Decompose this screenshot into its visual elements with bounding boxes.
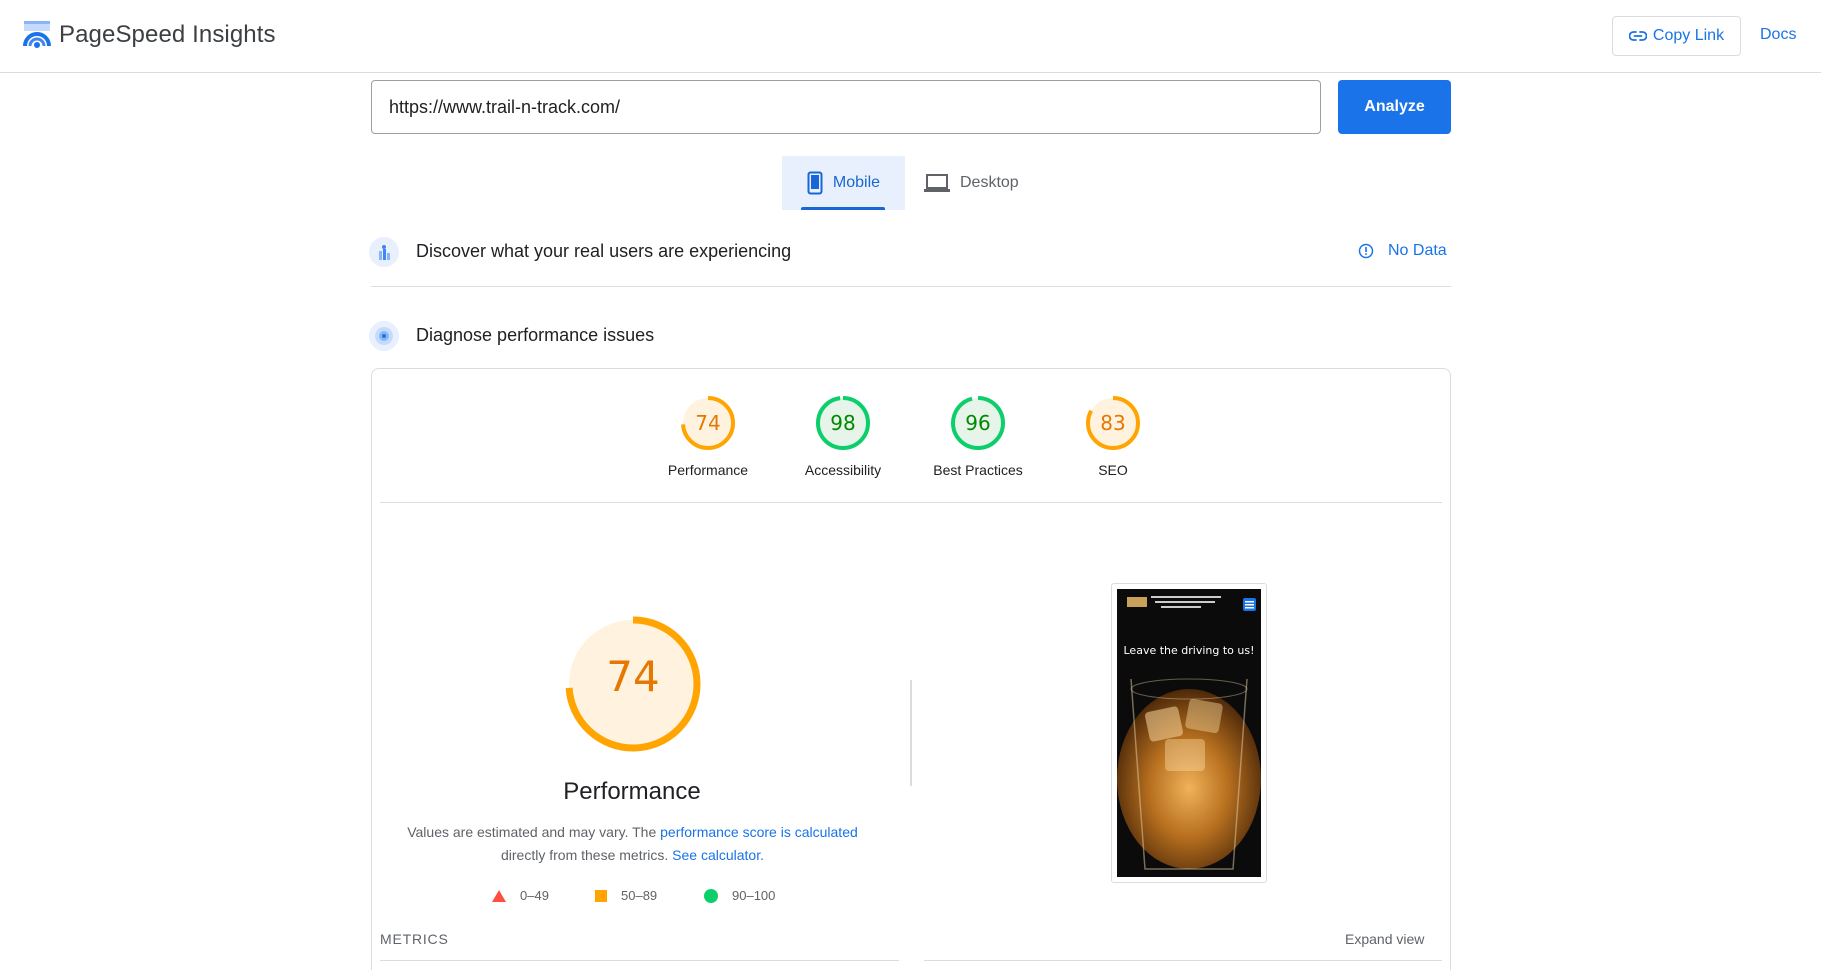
score-value: 98 xyxy=(830,411,856,435)
score-value: 96 xyxy=(965,411,991,435)
legend-pass: 90–100 xyxy=(704,888,775,903)
legend-pass-label: 90–100 xyxy=(732,888,776,903)
legend-average-label: 50–89 xyxy=(621,888,658,903)
gauge-seo[interactable]: 83 SEO xyxy=(1048,394,1178,478)
tab-active-indicator xyxy=(801,207,885,210)
performance-description: Values are estimated and may vary. The p… xyxy=(400,821,865,867)
report-card xyxy=(371,368,1451,970)
laptop-icon xyxy=(924,174,950,192)
screenshot-headline: Leave the driving to us! xyxy=(1123,644,1255,657)
gauge-best-practices[interactable]: 96 Best Practices xyxy=(913,394,1043,478)
expand-view-toggle[interactable]: Expand view xyxy=(1345,931,1424,947)
score-value: 83 xyxy=(1100,411,1126,435)
desc-middle: directly from these metrics. xyxy=(501,847,673,863)
link-icon xyxy=(1628,31,1647,41)
gauge-performance[interactable]: 74 Performance xyxy=(643,394,773,478)
app-title: PageSpeed Insights xyxy=(59,21,276,48)
legend-average: 50–89 xyxy=(595,888,657,903)
url-input[interactable] xyxy=(371,80,1321,134)
performance-title: Performance xyxy=(563,778,701,805)
tab-mobile[interactable]: Mobile xyxy=(782,156,905,210)
circle-icon xyxy=(704,888,718,903)
tab-desktop-label: Desktop xyxy=(960,174,1019,191)
diagnose-icon xyxy=(369,321,399,351)
section-divider xyxy=(371,286,1451,287)
vertical-separator xyxy=(910,680,912,786)
final-screenshot[interactable]: Leave the driving to us! xyxy=(1111,583,1267,883)
pagespeed-logo-icon[interactable] xyxy=(22,20,52,50)
smartphone-icon xyxy=(807,171,823,195)
whiskey-glass-image xyxy=(1117,589,1261,877)
gauges-divider xyxy=(380,502,1442,503)
screenshot-image: Leave the driving to us! xyxy=(1117,589,1261,877)
gauge-accessibility[interactable]: 98 Accessibility xyxy=(778,394,908,478)
performance-score-value: 74 xyxy=(606,652,660,701)
metrics-divider-right xyxy=(924,960,1442,961)
triangle-icon xyxy=(492,889,506,902)
copy-link-label: Copy Link xyxy=(1652,27,1725,44)
analyze-button[interactable]: Analyze xyxy=(1338,80,1451,134)
metrics-heading: METRICS xyxy=(380,931,449,947)
top-bar: PageSpeed Insights Copy Link Docs xyxy=(0,0,1821,73)
users-chart-icon xyxy=(369,237,399,267)
score-label: Best Practices xyxy=(933,462,1023,478)
lab-data-title: Diagnose performance issues xyxy=(416,325,655,345)
no-data-link[interactable]: No Data xyxy=(1358,242,1447,260)
score-label: SEO xyxy=(1098,462,1128,478)
see-calculator-link[interactable]: See calculator. xyxy=(672,847,764,863)
tab-mobile-label: Mobile xyxy=(832,174,881,191)
score-label: Performance xyxy=(667,462,749,478)
desc-prefix: Values are estimated and may vary. The xyxy=(407,824,661,840)
copy-link-button[interactable]: Copy Link xyxy=(1612,16,1741,56)
score-calculated-link[interactable]: performance score is calculated xyxy=(660,824,858,840)
docs-link[interactable]: Docs xyxy=(1760,26,1796,44)
metrics-divider-left xyxy=(380,960,899,961)
no-data-label: No Data xyxy=(1388,242,1447,259)
score-value: 74 xyxy=(695,411,721,435)
legend-fail-label: 0–49 xyxy=(520,888,549,903)
field-data-title: Discover what your real users are experi… xyxy=(416,241,792,261)
tab-desktop[interactable]: Desktop xyxy=(918,156,1038,210)
info-icon xyxy=(1358,243,1374,259)
score-label: Accessibility xyxy=(804,462,882,478)
legend-fail: 0–49 xyxy=(492,888,549,903)
square-icon xyxy=(595,889,607,902)
